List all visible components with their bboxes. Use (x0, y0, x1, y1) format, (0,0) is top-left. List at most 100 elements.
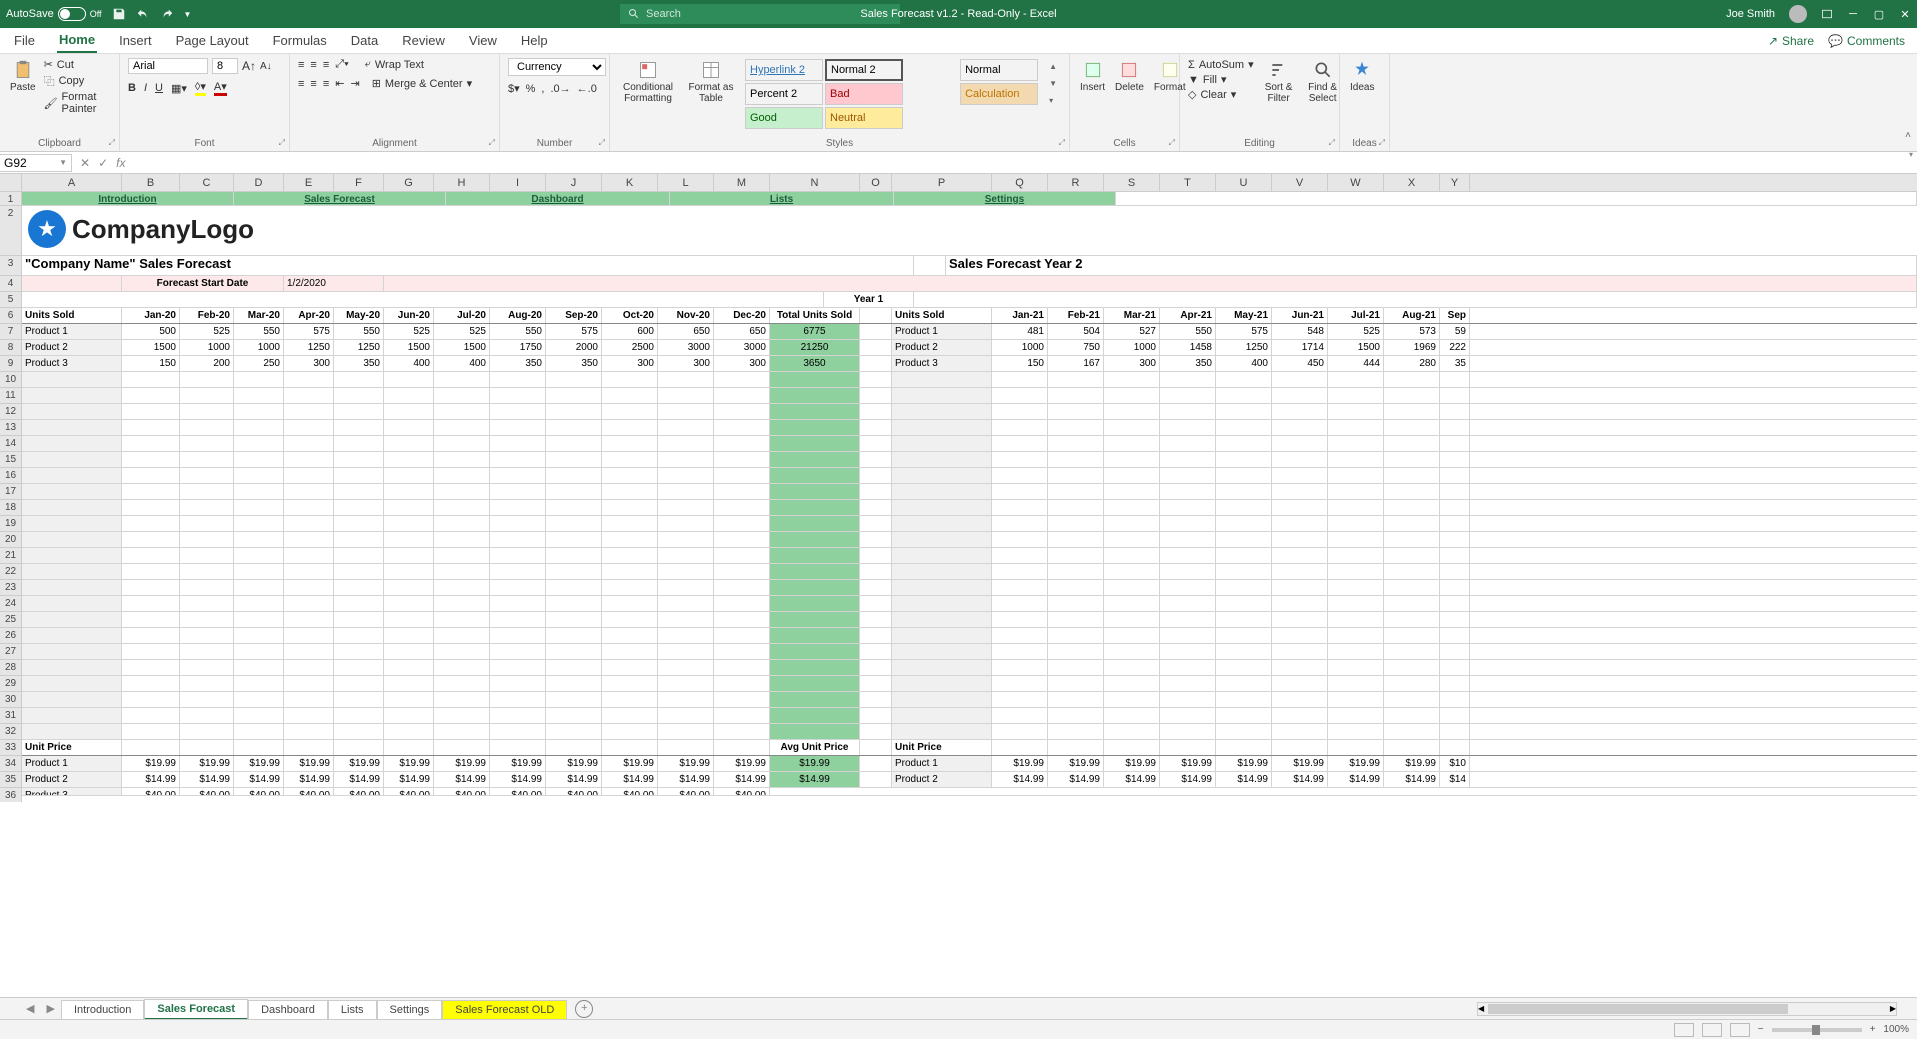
units-value[interactable]: 1500 (1328, 340, 1384, 355)
units-value[interactable]: 573 (1384, 324, 1440, 339)
sheet-tab-dashboard[interactable]: Dashboard (248, 1000, 328, 1019)
view-normal-icon[interactable] (1674, 1023, 1694, 1037)
price-value[interactable]: $19.99 (434, 756, 490, 771)
row-header[interactable]: 36 (0, 788, 21, 802)
product-name[interactable]: Product 2 (892, 340, 992, 355)
conditional-formatting-button[interactable]: Conditional Formatting (618, 58, 678, 106)
price-value[interactable]: $14.99 (334, 772, 384, 787)
price-value[interactable]: $19.99 (602, 756, 658, 771)
zoom-in-icon[interactable]: + (1870, 1024, 1876, 1035)
col-T[interactable]: T (1160, 174, 1216, 191)
zoom-level[interactable]: 100% (1883, 1024, 1909, 1035)
tab-formulas[interactable]: Formulas (271, 29, 329, 52)
units-value[interactable]: 350 (546, 356, 602, 371)
indent-increase-icon[interactable]: ⇥ (350, 77, 359, 90)
redo-icon[interactable] (160, 7, 174, 21)
col-I[interactable]: I (490, 174, 546, 191)
row-header[interactable]: 12 (0, 404, 21, 420)
col-V[interactable]: V (1272, 174, 1328, 191)
units-value[interactable]: 350 (334, 356, 384, 371)
select-all-corner[interactable] (0, 174, 22, 191)
cells-area[interactable]: IntroductionSales ForecastDashboardLists… (22, 192, 1917, 802)
increase-decimal-icon[interactable]: .0→ (550, 83, 570, 95)
namebox-dropdown-icon[interactable]: ▼ (59, 158, 67, 167)
align-left-icon[interactable]: ≡ (298, 78, 304, 90)
units-value[interactable]: 548 (1272, 324, 1328, 339)
row-header[interactable]: 35 (0, 772, 21, 788)
orientation-icon[interactable]: ⤢▾ (335, 58, 348, 71)
row-header[interactable]: 28 (0, 660, 21, 676)
units-value[interactable]: 650 (714, 324, 770, 339)
product-name[interactable]: Product 2 (22, 772, 122, 787)
row-header[interactable]: 11 (0, 388, 21, 404)
product-name[interactable]: Product 1 (22, 324, 122, 339)
user-avatar-icon[interactable] (1789, 5, 1807, 23)
number-format-select[interactable]: Currency (508, 58, 606, 76)
row-header[interactable]: 27 (0, 644, 21, 660)
units-value[interactable]: 525 (434, 324, 490, 339)
sheet-tab-sales-forecast-old[interactable]: Sales Forecast OLD (442, 1000, 567, 1019)
avg-price-value[interactable]: $14.99 (770, 772, 860, 787)
col-Y[interactable]: Y (1440, 174, 1470, 191)
tab-insert[interactable]: Insert (117, 29, 154, 52)
units-value[interactable]: 1000 (992, 340, 1048, 355)
units-value[interactable]: 250 (234, 356, 284, 371)
italic-button[interactable]: I (144, 82, 147, 94)
qat-dropdown-icon[interactable]: ▼ (184, 10, 192, 19)
style-good[interactable]: Good (745, 107, 823, 129)
units-value[interactable]: 1000 (180, 340, 234, 355)
units-value[interactable]: 650 (658, 324, 714, 339)
close-button[interactable]: ✕ (1899, 8, 1911, 20)
product-name[interactable]: Product 2 (22, 340, 122, 355)
row-header[interactable]: 22 (0, 564, 21, 580)
fill-color-button[interactable]: ◊▾ (195, 80, 206, 96)
autosum-button[interactable]: ΣAutoSum▾ (1188, 58, 1254, 71)
product-name[interactable]: Product 1 (892, 756, 992, 771)
nav-link[interactable]: Settings (894, 192, 1116, 205)
scrollbar-thumb[interactable] (1488, 1004, 1788, 1014)
units-value[interactable]: 1250 (284, 340, 334, 355)
style-neutral[interactable]: Neutral (825, 107, 903, 129)
row-header[interactable]: 33 (0, 740, 21, 756)
tab-file[interactable]: File (12, 29, 37, 52)
price-value[interactable]: $14.99 (434, 772, 490, 787)
units-value[interactable]: 444 (1328, 356, 1384, 371)
price-value[interactable]: $14.99 (1048, 772, 1104, 787)
price-value[interactable]: $14.99 (384, 772, 434, 787)
row-header[interactable]: 7 (0, 324, 21, 340)
enter-formula-icon[interactable]: ✓ (98, 156, 108, 170)
copy-button[interactable]: ⿻Copy (44, 73, 111, 89)
product-name[interactable]: Product 3 (892, 356, 992, 371)
units-value[interactable]: 1458 (1160, 340, 1216, 355)
row-header[interactable]: 14 (0, 436, 21, 452)
clear-button[interactable]: ◇Clear▾ (1188, 88, 1254, 101)
tab-help[interactable]: Help (519, 29, 550, 52)
row-header[interactable]: 15 (0, 452, 21, 468)
new-sheet-button[interactable]: + (575, 1000, 593, 1018)
units-value[interactable]: 500 (122, 324, 180, 339)
share-button[interactable]: ↗ Share (1768, 34, 1814, 48)
expand-formula-bar-icon[interactable]: ▾ (1909, 150, 1913, 159)
style-normal2[interactable]: Normal 2 (825, 59, 903, 81)
row-header[interactable]: 17 (0, 484, 21, 500)
col-A[interactable]: A (22, 174, 122, 191)
col-B[interactable]: B (122, 174, 180, 191)
styles-scroll-up-icon[interactable]: ▲ (1049, 62, 1057, 71)
tab-page-layout[interactable]: Page Layout (174, 29, 251, 52)
row-header[interactable]: 29 (0, 676, 21, 692)
col-X[interactable]: X (1384, 174, 1440, 191)
align-top-icon[interactable]: ≡ (298, 59, 304, 71)
units-value[interactable]: 3000 (658, 340, 714, 355)
name-box[interactable]: G92▼ (0, 154, 72, 172)
price-value[interactable]: $19.99 (180, 756, 234, 771)
row-header[interactable]: 2 (0, 206, 21, 256)
row-header[interactable]: 26 (0, 628, 21, 644)
cut-button[interactable]: ✂Cut (44, 58, 111, 71)
units-value[interactable]: 35 (1440, 356, 1470, 371)
style-percent2[interactable]: Percent 2 (745, 83, 823, 105)
col-N[interactable]: N (770, 174, 860, 191)
total-units-value[interactable]: 3650 (770, 356, 860, 371)
col-O[interactable]: O (860, 174, 892, 191)
row-header[interactable]: 5 (0, 292, 21, 308)
increase-font-icon[interactable]: A↑ (242, 59, 256, 73)
